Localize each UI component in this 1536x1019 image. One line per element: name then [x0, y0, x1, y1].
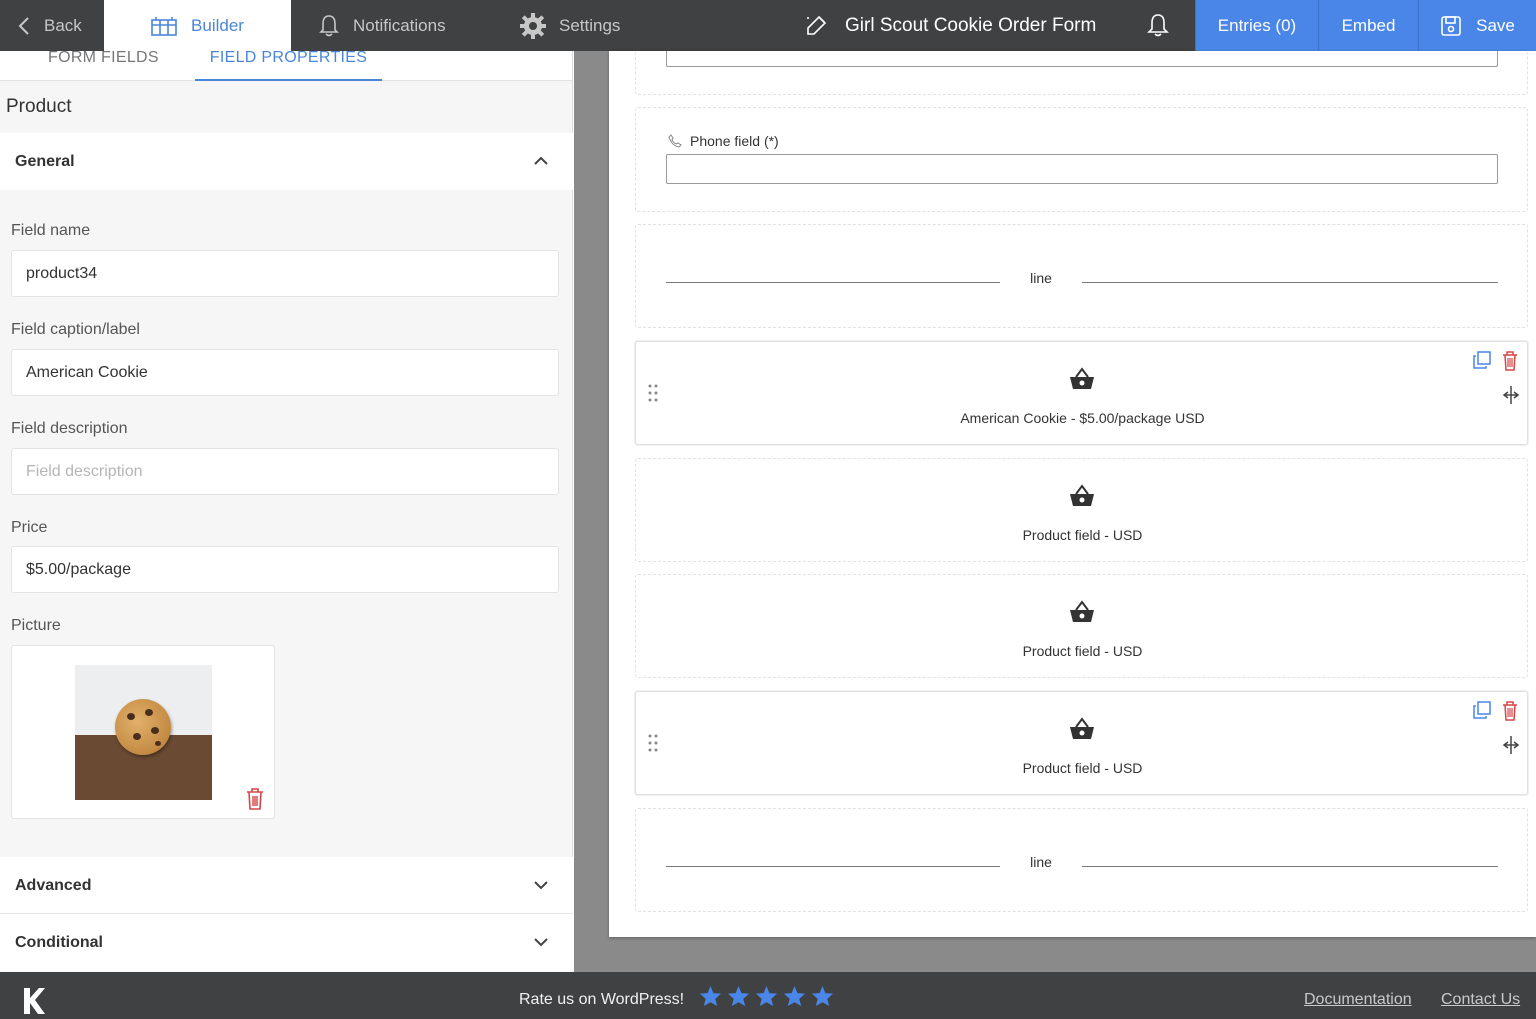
product-field-label: American Cookie - $5.00/package USD	[960, 410, 1205, 426]
product-field-block[interactable]: Product field - USD	[635, 691, 1528, 795]
tab-field-properties[interactable]: FIELD PROPERTIES	[195, 50, 382, 81]
duplicate-copy-icon[interactable]	[1473, 351, 1491, 374]
phone-icon	[668, 134, 682, 148]
section-title: Product	[6, 96, 72, 117]
phone-input-preview	[666, 154, 1498, 184]
tab-settings[interactable]: Settings	[491, 0, 631, 51]
save-button[interactable]: Save	[1418, 0, 1536, 51]
drag-handle-icon[interactable]	[647, 383, 659, 408]
separator-line-left	[666, 866, 1000, 867]
price-label: Price	[11, 519, 48, 536]
caption-input[interactable]: American Cookie	[11, 349, 559, 396]
product-field-label: Product field - USD	[1022, 760, 1143, 776]
picture-label: Picture	[11, 617, 61, 634]
product-field-label: Product field - USD	[1022, 527, 1143, 543]
bell-icon	[319, 14, 339, 36]
contact-us-link[interactable]: Contact Us	[1441, 991, 1520, 1009]
general-label: General	[15, 152, 75, 170]
edit-icon	[807, 15, 827, 35]
description-label: Field description	[11, 420, 128, 437]
star-icon[interactable]	[755, 985, 778, 1007]
delete-trash-icon[interactable]	[1502, 701, 1518, 726]
phone-field-block[interactable]: Phone field (*)	[635, 107, 1528, 212]
product-picture	[75, 665, 212, 800]
duplicate-copy-icon[interactable]	[1473, 701, 1491, 724]
advanced-accordion-header[interactable]: Advanced	[0, 857, 573, 914]
field-name-input[interactable]: product34	[11, 250, 559, 297]
back-button[interactable]: Back	[0, 0, 104, 51]
phone-label-text: Phone field (*)	[690, 133, 779, 149]
tab-form-fields[interactable]: FORM FIELDS	[48, 50, 159, 66]
settings-label: Settings	[559, 15, 621, 35]
rating-stars[interactable]	[699, 985, 834, 1007]
tab-notifications[interactable]: Notifications	[291, 0, 491, 51]
separator-text: line	[1030, 270, 1052, 286]
delete-trash-icon[interactable]	[1502, 351, 1518, 376]
form-title[interactable]: Girl Scout Cookie Order Form	[805, 0, 1096, 51]
conditional-accordion-header[interactable]: Conditional	[0, 914, 573, 971]
notifications-label: Notifications	[353, 15, 446, 35]
basket-icon	[1068, 717, 1096, 746]
star-icon[interactable]	[699, 985, 722, 1007]
general-accordion-header[interactable]: General	[0, 133, 573, 190]
panel-tabs: FORM FIELDS FIELD PROPERTIES	[0, 50, 572, 81]
entries-button[interactable]: Entries (0)	[1195, 0, 1318, 51]
basket-icon	[1068, 600, 1096, 629]
toolbar-actions: Entries (0) Embed Save	[1195, 0, 1536, 51]
drag-handle-icon[interactable]	[647, 733, 659, 758]
conditional-label: Conditional	[15, 933, 103, 951]
form-title-text: Girl Scout Cookie Order Form	[845, 14, 1097, 36]
chevron-down-icon	[534, 938, 548, 947]
field-name-label: Field name	[11, 222, 91, 239]
documentation-link[interactable]: Documentation	[1304, 991, 1412, 1009]
description-input[interactable]: Field description	[11, 448, 559, 495]
chevron-up-icon	[534, 156, 548, 165]
price-input[interactable]: $5.00/package	[11, 546, 559, 593]
product-field-block-selected[interactable]: American Cookie - $5.00/package USD	[635, 341, 1528, 445]
separator-line-left	[666, 282, 1000, 283]
save-label: Save	[1476, 15, 1515, 35]
rate-us-text: Rate us on WordPress!	[519, 991, 685, 1008]
text-input-preview	[666, 51, 1498, 67]
tab-builder[interactable]: Builder	[104, 0, 291, 51]
builder-label: Builder	[191, 15, 244, 35]
builder-icon	[151, 16, 177, 36]
separator-line-right	[1082, 282, 1498, 283]
product-field-block[interactable]: Product field - USD	[635, 574, 1528, 678]
field-properties-panel: FORM FIELDS FIELD PROPERTIES Product Gen…	[0, 50, 573, 972]
product-field-label: Product field - USD	[1022, 643, 1143, 659]
resize-handle-icon[interactable]	[1502, 735, 1520, 760]
advanced-label: Advanced	[15, 876, 92, 894]
line-separator-block[interactable]: line	[635, 808, 1528, 912]
product-field-block[interactable]: Product field - USD	[635, 458, 1528, 562]
footer-bar: Rate us on WordPress! Documentation Cont…	[0, 972, 1536, 1019]
resize-handle-icon[interactable]	[1502, 385, 1520, 410]
basket-icon	[1068, 367, 1096, 396]
remove-picture-trash-icon[interactable]	[245, 787, 265, 816]
logo-icon	[22, 986, 46, 1019]
gear-icon	[520, 12, 546, 39]
phone-field-label: Phone field (*)	[668, 133, 779, 149]
cookie-image	[115, 699, 171, 755]
separator-text: line	[1030, 854, 1052, 870]
star-icon[interactable]	[783, 985, 806, 1007]
back-label: Back	[44, 15, 82, 35]
separator-line-right	[1082, 866, 1498, 867]
chevron-down-icon	[534, 881, 548, 890]
embed-button[interactable]: Embed	[1318, 0, 1418, 51]
basket-icon	[1068, 484, 1096, 513]
caption-label: Field caption/label	[11, 321, 140, 338]
alerts-bell-icon[interactable]	[1146, 12, 1170, 43]
picture-box[interactable]	[11, 645, 275, 819]
chevron-left-icon	[18, 16, 29, 35]
star-icon[interactable]	[811, 985, 834, 1007]
line-separator-block[interactable]: line	[635, 224, 1528, 328]
save-icon	[1441, 15, 1461, 36]
star-icon[interactable]	[727, 985, 750, 1007]
